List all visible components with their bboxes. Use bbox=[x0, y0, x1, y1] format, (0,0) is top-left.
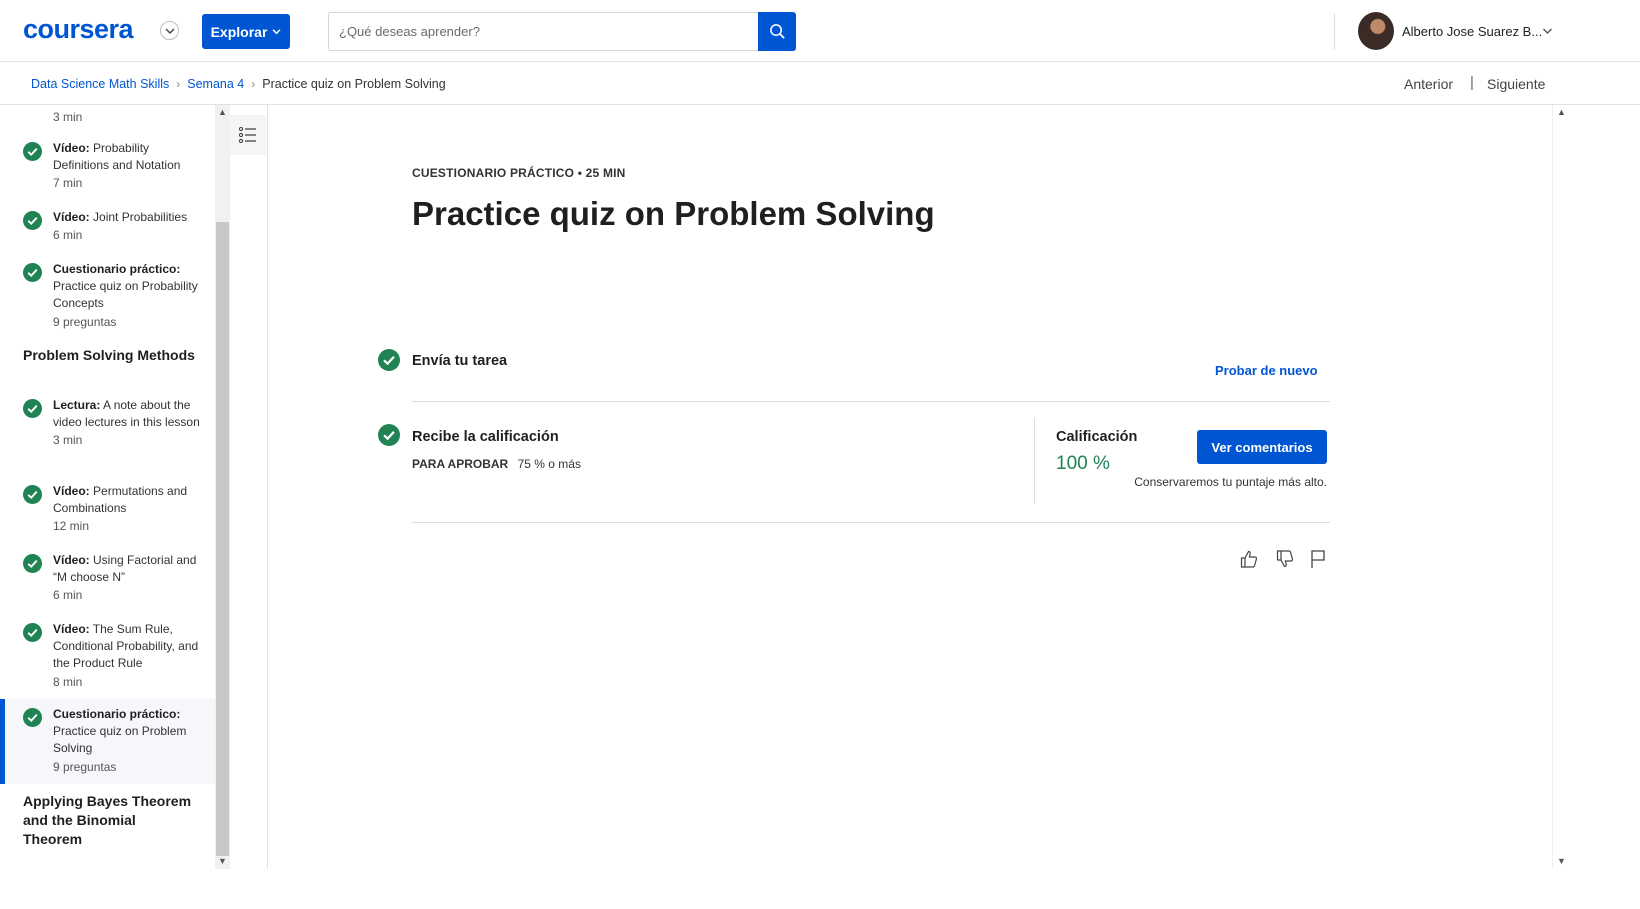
highest-score-note: Conservaremos tu puntaje más alto. bbox=[1134, 475, 1327, 489]
breadcrumb-bar: Data Science Math Skills › Semana 4 › Pr… bbox=[0, 62, 1640, 105]
item-duration: 9 preguntas bbox=[53, 759, 117, 774]
item-duration: 7 min bbox=[53, 176, 83, 191]
breadcrumb-week[interactable]: Semana 4 bbox=[187, 77, 244, 91]
item-type: Vídeo: bbox=[53, 484, 90, 498]
section-title: Applying Bayes Theorem and the Binomial … bbox=[23, 793, 192, 847]
sidebar-item-factorial[interactable]: Vídeo: Using Factorial and “M choose N” … bbox=[0, 552, 215, 608]
sidebar-item-reading-note[interactable]: Lectura: A note about the video lectures… bbox=[0, 397, 215, 469]
sidebar-item-quiz-problem-solving[interactable]: Cuestionario práctico: Practice quiz on P… bbox=[0, 699, 215, 784]
scroll-down-icon[interactable]: ▼ bbox=[1557, 856, 1566, 866]
flag-icon[interactable] bbox=[1309, 549, 1327, 569]
list-outline-icon bbox=[239, 127, 256, 143]
breadcrumb: Data Science Math Skills › Semana 4 › Pr… bbox=[31, 77, 446, 91]
vertical-divider bbox=[1034, 418, 1035, 504]
chevron-down-icon bbox=[272, 29, 281, 35]
main-scrollbar[interactable]: ▲ ▼ bbox=[1552, 105, 1568, 869]
coursera-logo[interactable]: coursera bbox=[23, 14, 134, 45]
scroll-up-icon[interactable]: ▲ bbox=[218, 107, 227, 117]
scroll-down-icon[interactable]: ▼ bbox=[218, 856, 227, 866]
active-indicator bbox=[0, 699, 5, 784]
check-circle-icon bbox=[378, 424, 400, 446]
item-type: Cuestionario práctico: bbox=[53, 262, 181, 276]
search-button[interactable] bbox=[758, 12, 796, 51]
item-duration: 6 min bbox=[53, 228, 83, 243]
pass-label: PARA APROBAR bbox=[412, 457, 509, 471]
divider bbox=[412, 522, 1330, 523]
page-title: Practice quiz on Problem Solving bbox=[412, 195, 935, 232]
chevron-right-icon: › bbox=[176, 77, 181, 91]
outline-toggle-button[interactable] bbox=[230, 115, 266, 155]
breadcrumb-current: Practice quiz on Problem Solving bbox=[262, 77, 446, 91]
avatar[interactable] bbox=[1358, 12, 1394, 50]
scroll-up-icon[interactable]: ▲ bbox=[1557, 107, 1566, 117]
check-circle-icon bbox=[23, 263, 42, 282]
check-circle-icon bbox=[23, 485, 42, 504]
outline-column bbox=[230, 105, 268, 869]
search-icon bbox=[769, 24, 785, 39]
section-title: Problem Solving Methods bbox=[23, 347, 195, 363]
breadcrumb-course[interactable]: Data Science Math Skills bbox=[31, 77, 169, 91]
sidebar-item-sum-rule[interactable]: Vídeo: The Sum Rule, Conditional Probabi… bbox=[0, 621, 215, 693]
sidebar-item-quiz-probability-concepts[interactable]: Cuestionario práctico: Practice quiz on P… bbox=[0, 261, 215, 333]
previous-link[interactable]: Anterior bbox=[1404, 76, 1453, 92]
chevron-right-icon: › bbox=[251, 77, 256, 91]
view-feedback-button[interactable]: Ver comentarios bbox=[1197, 430, 1327, 464]
user-name[interactable]: Alberto Jose Suarez B... bbox=[1402, 24, 1542, 39]
item-type: Cuestionario práctico: bbox=[53, 707, 181, 721]
item-duration: 12 min bbox=[53, 519, 90, 534]
check-circle-icon bbox=[23, 708, 42, 727]
sidebar-scrollbar[interactable]: ▲ ▼ bbox=[215, 105, 230, 869]
item-type: Vídeo: bbox=[53, 553, 90, 567]
item-title: Joint Probabilities bbox=[93, 210, 188, 224]
next-link[interactable]: Siguiente bbox=[1487, 76, 1545, 92]
scrollbar-thumb[interactable] bbox=[216, 222, 229, 856]
header-divider bbox=[1334, 13, 1335, 50]
grade-label: Calificación bbox=[1056, 429, 1138, 445]
explore-label: Explorar bbox=[210, 23, 268, 40]
item-duration: 9 preguntas bbox=[53, 314, 117, 329]
thumbs-down-icon[interactable] bbox=[1275, 549, 1295, 569]
item-eyebrow: CUESTIONARIO PRÁCTICO • 25 MIN bbox=[412, 166, 626, 180]
item-type: Lectura: bbox=[53, 398, 101, 412]
pass-value: 75 % o más bbox=[517, 457, 581, 471]
sidebar-item-probability-definitions[interactable]: Vídeo: Probability Definitions and Notat… bbox=[0, 140, 215, 196]
retry-link[interactable]: Probar de nuevo bbox=[1215, 363, 1318, 378]
item-type: Vídeo: bbox=[53, 141, 90, 155]
sidebar-item-joint-probabilities[interactable]: Vídeo: Joint Probabilities 6 min bbox=[0, 209, 215, 249]
check-circle-icon bbox=[23, 211, 42, 230]
check-circle-icon bbox=[23, 399, 42, 418]
main-content: CUESTIONARIO PRÁCTICO • 25 MIN Practice … bbox=[268, 105, 1552, 869]
logo-menu-chevron-icon[interactable] bbox=[160, 21, 179, 40]
grade-value: 100 % bbox=[1056, 453, 1110, 474]
check-circle-icon bbox=[378, 349, 400, 371]
item-type: Vídeo: bbox=[53, 622, 90, 636]
thumbs-up-icon[interactable] bbox=[1239, 549, 1259, 569]
check-circle-icon bbox=[23, 554, 42, 573]
item-title: Practice quiz on Problem Solving bbox=[53, 724, 187, 756]
sidebar-item-permutations[interactable]: Vídeo: Permutations and Combinations 12 … bbox=[0, 483, 215, 539]
chevron-down-icon[interactable] bbox=[1542, 27, 1553, 35]
submit-step-label: Envía tu tarea bbox=[412, 353, 508, 369]
top-navbar: coursera Explorar ¿Qué deseas aprender? … bbox=[0, 0, 1640, 62]
item-title: Practice quiz on Probability Concepts bbox=[53, 279, 198, 311]
check-circle-icon bbox=[23, 142, 42, 161]
item-duration: 3 min bbox=[53, 110, 83, 124]
check-circle-icon bbox=[23, 623, 42, 642]
item-duration: 8 min bbox=[53, 674, 83, 689]
nav-separator: | bbox=[1470, 74, 1474, 91]
passing-requirement: PARA APROBAR 75 % o más bbox=[412, 457, 581, 471]
search-input[interactable]: ¿Qué deseas aprender? bbox=[328, 12, 759, 51]
explore-button[interactable]: Explorar bbox=[202, 14, 290, 49]
item-duration: 6 min bbox=[53, 588, 83, 603]
course-sidebar: 3 min Vídeo: Probability Definitions and… bbox=[0, 105, 215, 869]
item-duration: 3 min bbox=[53, 433, 83, 448]
grade-step-label: Recibe la calificación bbox=[412, 429, 559, 445]
divider bbox=[412, 401, 1330, 402]
item-type: Vídeo: bbox=[53, 210, 90, 224]
